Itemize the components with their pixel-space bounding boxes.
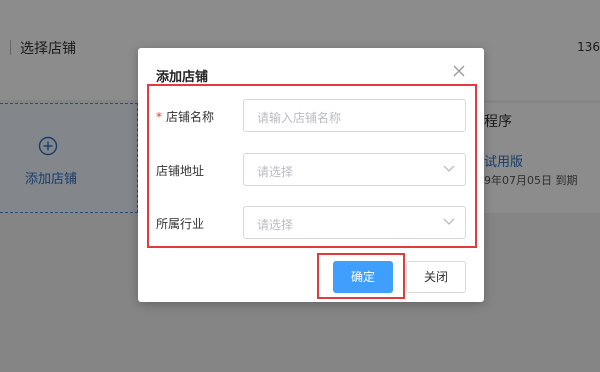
confirm-highlight-box — [317, 253, 405, 299]
dialog-title: 添加店铺 — [156, 70, 209, 85]
close-button[interactable]: 关闭 — [406, 261, 466, 293]
form-highlight-box — [147, 84, 477, 248]
close-icon[interactable] — [452, 64, 466, 78]
